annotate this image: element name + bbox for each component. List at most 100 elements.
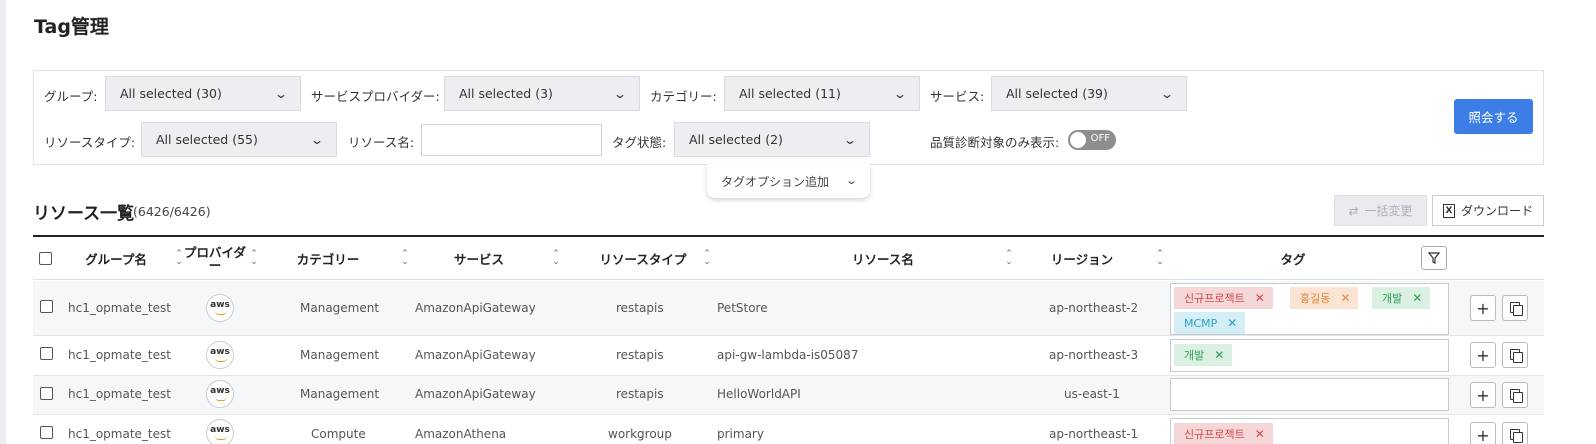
chevron-down-icon: ⌄ xyxy=(844,174,858,187)
provider-filter-select[interactable]: All selected (3) ⌄ xyxy=(444,76,640,111)
close-icon[interactable]: ✕ xyxy=(1255,291,1265,305)
group-filter-value: All selected (30) xyxy=(120,86,222,101)
cell-resource-name: PetStore xyxy=(717,301,768,315)
add-tag-option-button[interactable]: タグオプション追加 ⌄ xyxy=(707,164,870,198)
close-icon[interactable]: ✕ xyxy=(1255,427,1265,441)
tag-box[interactable]: 신규프로젝트 ✕ xyxy=(1170,418,1449,444)
cell-service: AmazonApiGateway xyxy=(415,348,536,362)
copy-tag-button[interactable] xyxy=(1502,422,1528,444)
service-filter-select[interactable]: All selected (39) ⌄ xyxy=(991,76,1187,111)
resource-name-label: リソース名: xyxy=(348,135,415,150)
chevron-down-icon: ⌄ xyxy=(842,132,858,147)
tag-status-filter-value: All selected (2) xyxy=(689,132,783,147)
column-header-service[interactable]: サービス xyxy=(433,237,525,280)
copy-tag-button[interactable] xyxy=(1502,295,1528,321)
column-header-category[interactable]: カテゴリー xyxy=(283,237,373,280)
cell-resource-name: HelloWorldAPI xyxy=(717,387,801,401)
chevron-down-icon: ⌄ xyxy=(892,86,908,101)
category-filter-select[interactable]: All selected (11) ⌄ xyxy=(724,76,920,111)
resource-type-filter-label: リソースタイプ: xyxy=(44,135,136,150)
row-checkbox[interactable] xyxy=(40,426,53,439)
cell-region: us-east-1 xyxy=(1064,387,1120,401)
cell-category: Management xyxy=(300,387,380,401)
copy-icon xyxy=(1509,302,1523,316)
tag-box[interactable]: 신규프로젝트 ✕ 홍길동 ✕ 개발 ✕ MCMP ✕ xyxy=(1170,283,1449,335)
copy-tag-button[interactable] xyxy=(1502,342,1528,368)
chevron-down-icon: ⌄ xyxy=(612,86,628,101)
aws-logo-icon: aws xyxy=(206,380,234,408)
table-header: グループ名 ⌃ ⌄ プロバイダー ⌃ ⌄ カテゴリー ⌃ ⌄ サービス ⌃ ⌄ リソース… xyxy=(33,237,1544,280)
provider-filter-value: All selected (3) xyxy=(459,86,553,101)
resource-type-filter-select[interactable]: All selected (55) ⌄ xyxy=(141,122,337,157)
category-filter-value: All selected (11) xyxy=(739,86,841,101)
cell-category: Management xyxy=(300,348,380,362)
table-row[interactable]: hc1_opmate_test aws Management AmazonApi… xyxy=(33,336,1544,376)
tag-chip: 홍길동 ✕ xyxy=(1290,287,1359,309)
quality-only-toggle[interactable]: OFF xyxy=(1068,130,1116,150)
row-checkbox[interactable] xyxy=(40,347,53,360)
provider-filter-label: サービスプロバイダー: xyxy=(311,89,440,104)
aws-logo-icon: aws xyxy=(206,419,234,444)
column-header-region[interactable]: リージョン xyxy=(1033,237,1131,280)
cell-group: hc1_opmate_test xyxy=(68,348,171,362)
service-filter-label: サービス: xyxy=(930,89,985,104)
sort-icon[interactable]: ⌃ ⌄ xyxy=(400,250,410,267)
add-tag-button[interactable]: + xyxy=(1470,295,1496,321)
cell-resource-type: restapis xyxy=(616,301,664,315)
quality-only-label: 品質診断対象のみ表示: xyxy=(930,135,1060,150)
cell-resource-type: workgroup xyxy=(608,427,672,441)
sort-icon[interactable]: ⌃ ⌄ xyxy=(1155,250,1165,267)
cell-region: ap-northeast-3 xyxy=(1049,348,1139,362)
aws-logo-icon: aws xyxy=(206,294,234,322)
table-row[interactable]: hc1_opmate_test aws Management AmazonApi… xyxy=(33,376,1544,415)
column-header-tag: タグ xyxy=(1280,252,1306,267)
tag-box[interactable] xyxy=(1170,378,1449,411)
add-tag-button[interactable]: + xyxy=(1470,382,1496,408)
service-filter-value: All selected (39) xyxy=(1006,86,1108,101)
aws-logo-icon: aws xyxy=(206,341,234,369)
add-tag-button[interactable]: + xyxy=(1470,422,1496,444)
close-icon[interactable]: ✕ xyxy=(1412,291,1422,305)
close-icon[interactable]: ✕ xyxy=(1340,291,1350,305)
tag-status-filter-select[interactable]: All selected (2) ⌄ xyxy=(674,122,870,157)
select-all-checkbox[interactable] xyxy=(39,252,52,265)
search-button[interactable]: 照会する xyxy=(1454,99,1533,134)
resource-name-input[interactable] xyxy=(421,124,602,156)
tag-chip: 신규프로젝트 ✕ xyxy=(1174,287,1273,309)
tag-filter-button[interactable] xyxy=(1421,246,1447,270)
plus-icon: + xyxy=(1476,345,1490,365)
cell-resource-name: api-gw-lambda-is05087 xyxy=(717,348,859,362)
close-icon[interactable]: ✕ xyxy=(1214,348,1224,362)
tag-box[interactable]: 개발 ✕ xyxy=(1170,339,1449,372)
table-row[interactable]: hc1_opmate_test aws Compute AmazonAthena… xyxy=(33,415,1544,444)
tag-chip: 개발 ✕ xyxy=(1174,344,1233,366)
cell-resource-type: restapis xyxy=(616,387,664,401)
table-row[interactable]: hc1_opmate_test aws Management AmazonApi… xyxy=(33,281,1544,336)
tag-chip: 신규프로젝트 ✕ xyxy=(1174,423,1273,444)
plus-icon: + xyxy=(1476,425,1490,444)
cell-service: AmazonAthena xyxy=(415,427,507,441)
chevron-down-icon: ⌄ xyxy=(273,86,289,101)
resource-list-count: (6426/6426) xyxy=(133,204,211,219)
add-tag-button[interactable]: + xyxy=(1470,342,1496,368)
download-label: ダウンロード xyxy=(1460,204,1533,218)
sort-icon[interactable]: ⌃ ⌄ xyxy=(551,250,561,267)
column-header-provider[interactable]: プロバイダー xyxy=(183,237,247,280)
close-icon[interactable]: ✕ xyxy=(1227,316,1237,330)
sort-icon[interactable]: ⌃ ⌄ xyxy=(702,250,712,267)
group-filter-select[interactable]: All selected (30) ⌄ xyxy=(105,76,301,111)
column-header-group[interactable]: グループ名 xyxy=(73,237,159,280)
plus-icon: + xyxy=(1476,385,1490,405)
bulk-change-button[interactable]: ⇄ 一括変更 xyxy=(1334,195,1427,226)
download-button[interactable]: X ダウンロード xyxy=(1432,195,1544,226)
column-header-resource-type[interactable]: リソースタイプ xyxy=(583,237,703,280)
row-checkbox[interactable] xyxy=(40,387,53,400)
filter-icon xyxy=(1428,252,1440,264)
sort-icon[interactable]: ⌃ ⌄ xyxy=(249,250,259,267)
sort-icon[interactable]: ⌃ ⌄ xyxy=(1004,250,1014,267)
row-checkbox[interactable] xyxy=(40,300,53,313)
cell-service: AmazonApiGateway xyxy=(415,301,536,315)
column-header-resource-name[interactable]: リソース名 xyxy=(793,237,973,280)
copy-tag-button[interactable] xyxy=(1502,382,1528,408)
resource-list-title: リソース一覧 xyxy=(33,204,135,224)
